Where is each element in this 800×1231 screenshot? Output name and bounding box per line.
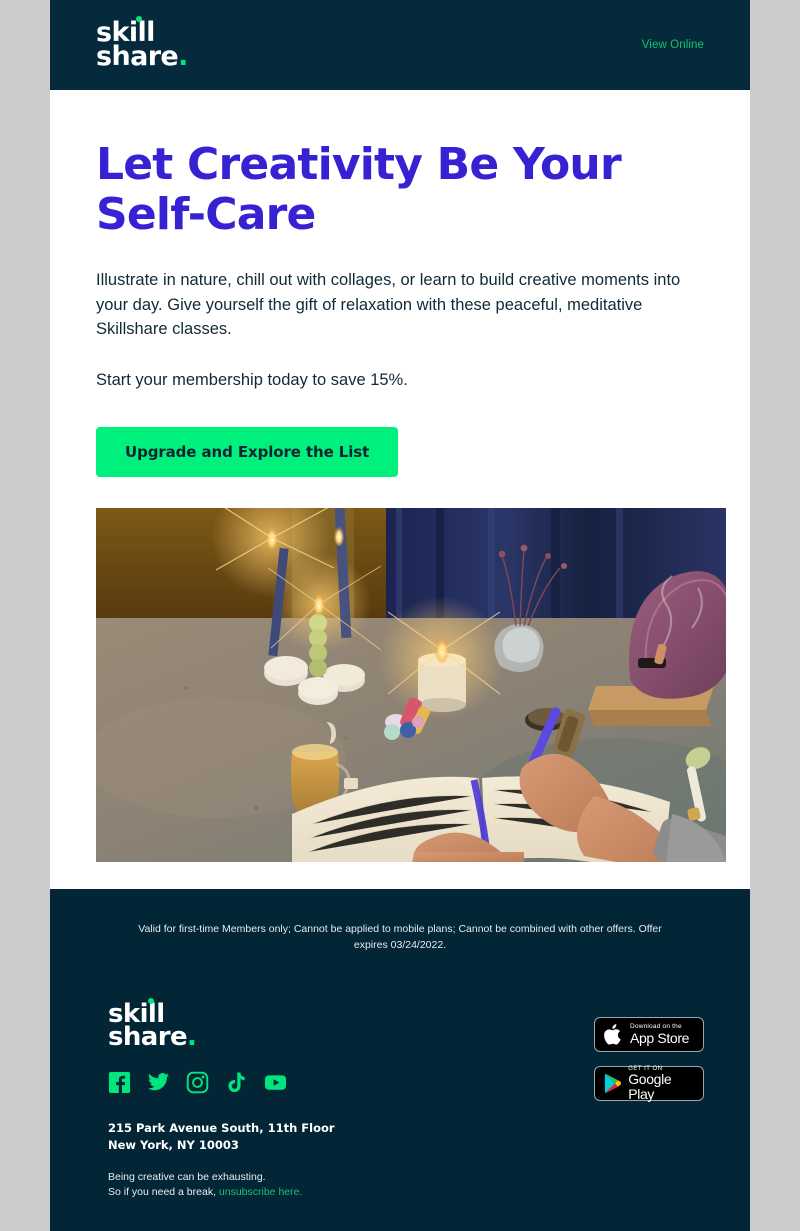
app-store-text: Download on the App Store — [630, 1023, 690, 1047]
google-play-text: GET IT ON Google Play — [628, 1066, 694, 1102]
logo-line-skill: skill — [96, 16, 188, 46]
footer-logo-period-icon: . — [187, 1022, 197, 1053]
facebook-icon — [108, 1072, 131, 1094]
address-line-2: New York, NY 10003 — [108, 1137, 239, 1152]
logo-period-icon: . — [178, 41, 188, 72]
body-paragraph-2: Start your membership today to save 15%. — [96, 370, 408, 389]
footer-main: skill share. 215 Park Avenue South, 11th… — [96, 998, 704, 1202]
apple-icon — [604, 1024, 621, 1046]
social-links — [108, 1071, 335, 1094]
upgrade-cta-button[interactable]: Upgrade and Explore the List — [96, 426, 399, 477]
hero-image — [96, 507, 726, 862]
email-container: skill share. View Online Let Creativity … — [50, 0, 750, 1231]
social-link-youtube[interactable] — [264, 1071, 287, 1094]
social-link-instagram[interactable] — [186, 1071, 209, 1094]
email-header: skill share. View Online — [50, 0, 750, 90]
page-title: Let Creativity Be Your Self-Care — [96, 139, 622, 241]
footer-logo-line-skill: skill — [108, 998, 335, 1027]
signoff-prefix: So if you need a break, — [108, 1186, 219, 1199]
google-play-badge[interactable]: GET IT ON Google Play — [594, 1066, 704, 1102]
instagram-icon — [186, 1071, 209, 1094]
footer-logo-line-share: share. — [108, 1024, 335, 1050]
company-address: 215 Park Avenue South, 11th Floor New Yo… — [108, 1120, 335, 1153]
app-store-badge[interactable]: Download on the App Store — [594, 1017, 704, 1053]
skillshare-logo-header[interactable]: skill share. — [96, 16, 188, 70]
email-body: Let Creativity Be Your Self-Care Illustr… — [50, 90, 750, 889]
address-line-1: 215 Park Avenue South, 11th Floor — [108, 1121, 335, 1136]
footer-logo-text-skill: skill — [108, 999, 165, 1030]
twitter-icon — [147, 1073, 170, 1091]
signoff-line-2: So if you need a break, unsubscribe here… — [108, 1185, 335, 1201]
unsubscribe-link[interactable]: unsubscribe here. — [219, 1186, 302, 1198]
social-link-facebook[interactable] — [108, 1071, 131, 1094]
body-paragraph-1: Illustrate in nature, chill out with col… — [96, 271, 681, 339]
signoff-line-1: Being creative can be exhausting. — [108, 1170, 266, 1183]
skillshare-logo-footer[interactable]: skill share. — [108, 998, 335, 1050]
footer-left-column: skill share. 215 Park Avenue South, 11th… — [96, 998, 335, 1202]
view-online-link[interactable]: View Online — [642, 39, 704, 51]
hero-image-container — [96, 507, 726, 889]
cta-container: Upgrade and Explore the List — [96, 426, 704, 477]
youtube-icon — [264, 1075, 287, 1090]
offer-disclaimer: Valid for first-time Members only; Canno… — [138, 922, 662, 952]
social-link-tiktok[interactable] — [225, 1071, 248, 1094]
google-play-bottom-text: Google Play — [628, 1071, 672, 1103]
email-footer: Valid for first-time Members only; Canno… — [50, 888, 750, 1231]
app-store-bottom-text: App Store — [630, 1030, 690, 1047]
social-link-twitter[interactable] — [147, 1071, 170, 1094]
logo-line-share: share. — [96, 43, 188, 70]
google-play-icon — [604, 1074, 622, 1094]
tiktok-icon — [228, 1072, 245, 1093]
signoff-block: Being creative can be exhausting. So if … — [108, 1170, 335, 1202]
logo-text-skill: skill — [96, 17, 155, 49]
app-store-badges: Download on the App Store GET IT ON Goog… — [594, 1003, 704, 1102]
